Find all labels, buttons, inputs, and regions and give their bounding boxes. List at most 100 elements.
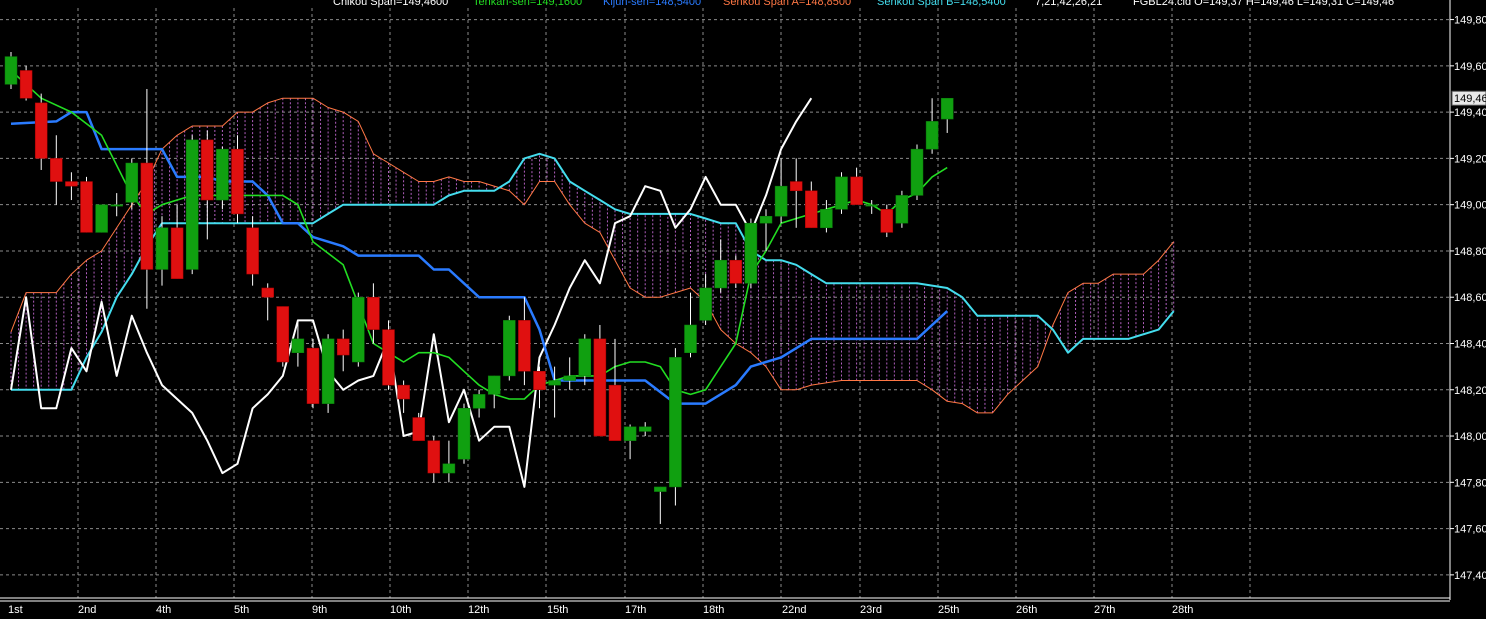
candle-body (231, 148, 244, 215)
legend-item: Senkou Span A=148,8500 (723, 0, 851, 8)
candle (382, 320, 395, 390)
candle-body (608, 384, 622, 441)
legend-item: FGBL24.cld O=149,37 H=149,46 L=149,31 C=… (1133, 0, 1394, 8)
candle-body (729, 259, 743, 284)
candle (503, 315, 516, 381)
candle-body (578, 338, 592, 377)
candle (19, 65, 33, 101)
candle-body (261, 287, 274, 298)
candle-body (382, 329, 395, 386)
candle (880, 204, 894, 238)
candle-body (563, 375, 576, 381)
x-tick-label: 12th (468, 604, 489, 616)
candle (95, 204, 108, 233)
candle-body (442, 463, 456, 474)
x-tick-label: 22nd (782, 604, 806, 616)
candle-body (503, 320, 516, 377)
candle-body (865, 204, 878, 207)
candle (593, 324, 607, 437)
y-tick-label: 147,40 (1454, 570, 1486, 582)
candle-body (910, 148, 924, 196)
legend-item: Senkou Span B=148,5400 (877, 0, 1006, 8)
candle-body (34, 102, 48, 159)
candle-body (246, 227, 259, 275)
candle (216, 146, 229, 210)
legend-item: Tenkan-sen=149,1600 (473, 0, 582, 8)
candle-body (669, 357, 682, 488)
candle-body (835, 176, 848, 210)
candle-body (940, 97, 954, 120)
candle-body (291, 338, 305, 353)
candle (352, 292, 365, 367)
candle-body (789, 181, 803, 192)
x-tick-label: 23rd (860, 604, 882, 616)
y-tick-label: 148,60 (1454, 292, 1486, 304)
x-tick-label: 18th (703, 604, 724, 616)
x-tick-label: 15th (547, 604, 568, 616)
candle-body (684, 324, 697, 353)
candle (34, 93, 48, 170)
candle-body (412, 417, 425, 441)
candle (910, 144, 924, 201)
candle-body (820, 209, 833, 229)
candle (185, 135, 199, 275)
candle (276, 306, 290, 367)
candle-body (548, 380, 561, 386)
candle-body (623, 426, 637, 441)
candle-body (125, 162, 139, 203)
candle-body (170, 227, 184, 279)
candle-body (185, 139, 199, 270)
y-tick-label: 147,60 (1454, 524, 1486, 536)
candle (306, 338, 320, 409)
candle-body (593, 338, 607, 437)
candle (895, 190, 909, 228)
legend-item: 7,21,42,26,21 (1035, 0, 1102, 8)
candle-body (472, 394, 486, 409)
last-price-marker: 149,46 (1451, 90, 1486, 106)
y-tick-label: 149,60 (1454, 61, 1486, 73)
y-tick-label: 147,80 (1454, 477, 1486, 489)
candle-body (805, 190, 818, 229)
candle-body (336, 338, 350, 356)
candle-body (850, 176, 863, 205)
x-tick-label: 28th (1172, 604, 1193, 616)
x-tick-label: 4th (156, 604, 171, 616)
candle-body (714, 259, 727, 289)
y-tick-label: 149,40 (1454, 107, 1486, 119)
candle-body (110, 204, 123, 207)
candle-body (80, 181, 93, 233)
x-tick-label: 2nd (78, 604, 96, 616)
candle-body (457, 408, 471, 460)
x-tick-label: 9th (312, 604, 327, 616)
candle-body (352, 296, 365, 363)
candle (744, 218, 758, 288)
x-tick-label: 10th (390, 604, 411, 616)
candle-body (50, 158, 63, 182)
candle (321, 334, 335, 413)
candle-body (925, 121, 939, 150)
candle (669, 348, 682, 506)
candle-body (427, 440, 441, 474)
candle-body (321, 338, 335, 404)
candle-body (19, 70, 33, 99)
candle-body (518, 320, 531, 372)
candle-body (699, 287, 712, 321)
x-tick-label: 25th (938, 604, 959, 616)
candle-body (155, 227, 169, 270)
legend-item: Chikou Span=149,4600 (333, 0, 448, 8)
candle-body (397, 384, 410, 400)
candle-body (880, 209, 894, 233)
candle (125, 158, 139, 210)
x-tick-label: 26th (1016, 604, 1037, 616)
last-price-label: 149,46 (1454, 93, 1486, 105)
candle (835, 172, 848, 214)
y-tick-label: 148,20 (1454, 385, 1486, 397)
candle (80, 176, 93, 233)
candle-body (759, 215, 773, 224)
candle-body (201, 139, 214, 201)
candle-body (95, 204, 108, 233)
y-tick-label: 149,80 (1454, 15, 1486, 27)
candle-body (895, 195, 909, 224)
candle (4, 51, 18, 89)
ichimoku-chart: 1st 2nd 4th 5th 9th 10th 12th 15th 17th 18th 22nd 2… (0, 0, 1486, 619)
